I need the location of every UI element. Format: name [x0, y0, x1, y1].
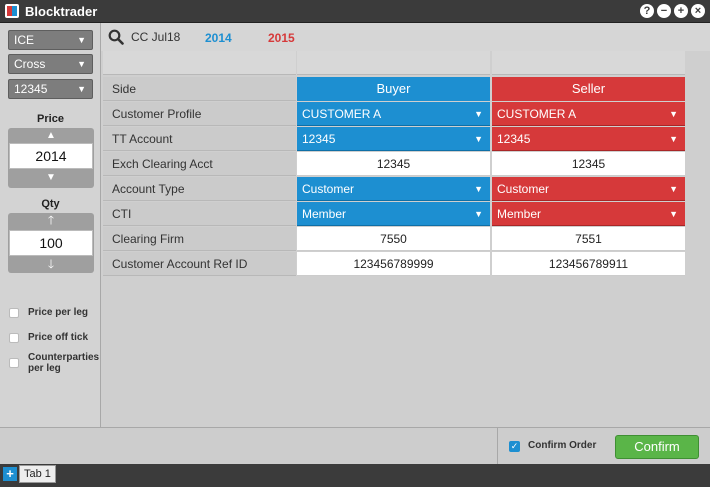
buyer-customer-account-ref-id[interactable]: 123456789999	[297, 252, 490, 276]
chevron-down-icon: ▼	[474, 109, 483, 119]
counterparties-per-leg-label: Counterparties per leg	[28, 352, 100, 374]
price-decrement-button[interactable]: ▼	[8, 170, 94, 185]
table-row-clearing-firm: Clearing Firm 7550 7551	[101, 227, 685, 252]
seller-tt-account-select[interactable]: 12345 ▼	[492, 127, 685, 151]
buyer-tt-account-select[interactable]: 12345 ▼	[297, 127, 490, 151]
select-value: 12345	[302, 132, 336, 146]
select-value: 12345	[497, 132, 531, 146]
row-label: Account Type	[103, 177, 296, 201]
add-icon[interactable]: +	[674, 4, 688, 18]
footer-divider	[497, 428, 498, 465]
seller-customer-account-ref-id[interactable]: 123456789911	[492, 252, 685, 276]
chevron-down-icon: ▼	[669, 134, 678, 144]
select-value: Customer	[302, 182, 355, 196]
buyer-exch-clearing-acct[interactable]: 12345	[297, 152, 490, 176]
price-label: Price	[37, 113, 64, 125]
price-per-leg-checkbox[interactable]	[9, 308, 19, 318]
tab-bar: + Tab 1	[0, 464, 710, 487]
app-logo-icon	[5, 4, 19, 18]
chevron-down-icon: ▼	[474, 184, 483, 194]
chevron-down-icon: ▼	[669, 109, 678, 119]
contract-header: CC Jul18 2014 2015	[101, 23, 710, 51]
qty-label: Qty	[41, 198, 60, 210]
confirm-order-label: Confirm Order	[528, 440, 597, 451]
order-type-dropdown-value: Cross	[14, 57, 46, 71]
leg-year-2[interactable]: 2015	[268, 31, 295, 45]
help-icon[interactable]: ?	[640, 4, 654, 18]
chevron-down-icon: ▼	[474, 209, 483, 219]
qty-input[interactable]: 100	[9, 230, 93, 256]
minimize-icon[interactable]: −	[657, 4, 671, 18]
seller-customer-profile-select[interactable]: CUSTOMER A ▼	[492, 102, 685, 126]
select-value: CUSTOMER A	[497, 107, 577, 121]
price-off-tick-label: Price off tick	[28, 332, 89, 343]
price-increment-button[interactable]: ▲	[8, 128, 94, 143]
row-label: Side	[103, 77, 296, 101]
title-bar: Blocktrader ? − + ×	[0, 0, 710, 23]
exchange-dropdown[interactable]: ICE ▼	[8, 30, 93, 50]
order-type-dropdown[interactable]: Cross ▼	[8, 54, 93, 74]
confirm-button[interactable]: Confirm	[615, 435, 699, 459]
seller-cti-select[interactable]: Member ▼	[492, 202, 685, 226]
price-stepper: ▲ 2014 ▼	[8, 128, 94, 188]
grid-header-spacer	[103, 51, 296, 75]
price-per-leg-label: Price per leg	[28, 307, 89, 318]
qty-stepper: 🡑 100 🡓	[8, 213, 94, 273]
select-value: Customer	[497, 182, 550, 196]
seller-clearing-firm[interactable]: 7551	[492, 227, 685, 251]
qty-decrement-button[interactable]: 🡓	[8, 257, 94, 272]
grid-header-blank-seller	[492, 51, 685, 75]
table-row-exch-clearing-acct: Exch Clearing Acct 12345 12345	[101, 152, 685, 177]
exchange-dropdown-value: ICE	[14, 33, 35, 47]
buyer-clearing-firm[interactable]: 7550	[297, 227, 490, 251]
counterparties-per-leg-checkbox[interactable]	[9, 358, 19, 368]
seller-header: Seller	[492, 77, 685, 101]
qty-increment-button[interactable]: 🡑	[8, 213, 94, 228]
contract-name: CC Jul18	[131, 30, 181, 44]
seller-account-type-select[interactable]: Customer ▼	[492, 177, 685, 201]
table-row-side: Side Buyer Seller	[101, 77, 685, 102]
buyer-account-type-select[interactable]: Customer ▼	[297, 177, 490, 201]
account-dropdown[interactable]: 12345 ▼	[8, 79, 93, 99]
row-label: CTI	[103, 202, 296, 226]
chevron-down-icon: ▼	[669, 184, 678, 194]
chevron-down-icon: ▼	[669, 209, 678, 219]
table-row-tt-account: TT Account 12345 ▼ 12345 ▼	[101, 127, 685, 152]
leg-year-1[interactable]: 2014	[205, 31, 232, 45]
left-panel: ICE ▼ Cross ▼ 12345 ▼ Price ▲ 2014 ▼ Qty…	[0, 23, 101, 427]
footer-bar: ✓ Confirm Order Confirm	[0, 427, 710, 465]
table-row-cti: CTI Member ▼ Member ▼	[101, 202, 685, 227]
app-title: Blocktrader	[25, 4, 98, 19]
select-value: Member	[302, 207, 347, 221]
price-off-tick-checkbox[interactable]	[9, 333, 19, 343]
buyer-cti-select[interactable]: Member ▼	[297, 202, 490, 226]
grid-header-blank-buyer	[297, 51, 490, 75]
chevron-down-icon: ▼	[77, 84, 86, 94]
row-label: Clearing Firm	[103, 227, 296, 251]
table-row-account-type: Account Type Customer ▼ Customer ▼	[101, 177, 685, 202]
row-label: Exch Clearing Acct	[103, 152, 296, 176]
buyer-customer-profile-select[interactable]: CUSTOMER A ▼	[297, 102, 490, 126]
search-icon[interactable]	[108, 29, 124, 45]
select-value: Member	[497, 207, 542, 221]
chevron-down-icon: ▼	[77, 59, 86, 69]
table-row-customer-account-ref-id: Customer Account Ref ID 123456789999 123…	[101, 252, 685, 277]
seller-exch-clearing-acct[interactable]: 12345	[492, 152, 685, 176]
buyer-header: Buyer	[297, 77, 490, 101]
select-value: CUSTOMER A	[302, 107, 382, 121]
table-row-customer-profile: Customer Profile CUSTOMER A ▼ CUSTOMER A ▼	[101, 102, 685, 127]
row-label: TT Account	[103, 127, 296, 151]
grid-header-row	[101, 51, 685, 76]
tab-1[interactable]: Tab 1	[19, 465, 56, 483]
chevron-down-icon: ▼	[474, 134, 483, 144]
confirm-order-checkbox[interactable]: ✓	[509, 441, 520, 452]
chevron-down-icon: ▼	[77, 35, 86, 45]
account-dropdown-value: 12345	[14, 82, 48, 96]
price-input[interactable]: 2014	[9, 143, 93, 169]
row-label: Customer Account Ref ID	[103, 252, 296, 276]
close-icon[interactable]: ×	[691, 4, 705, 18]
add-tab-icon[interactable]: +	[3, 467, 17, 481]
row-label: Customer Profile	[103, 102, 296, 126]
